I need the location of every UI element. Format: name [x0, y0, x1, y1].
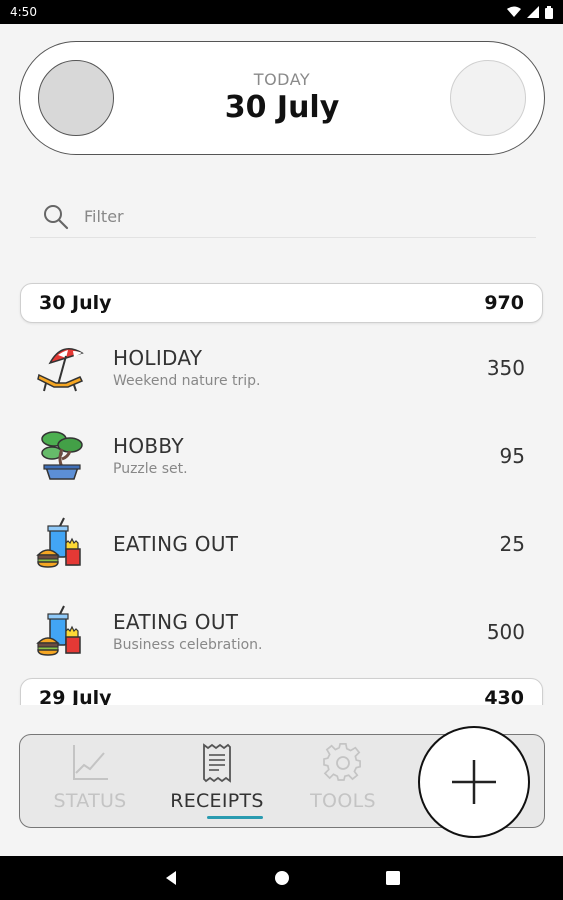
entry-subtitle: Weekend nature trip. [113, 373, 261, 389]
entry-title: HOLIDAY [113, 346, 203, 370]
entry-title: EATING OUT [113, 610, 239, 634]
fast-food-icon [36, 605, 81, 656]
day-header: 29 July 430 [20, 678, 543, 705]
list-item[interactable]: EATING OUT 25 [0, 508, 563, 578]
tab-label: STATUS [53, 790, 127, 812]
tab-receipts[interactable]: RECEIPTS [157, 743, 277, 823]
tab-status[interactable]: STATUS [30, 743, 150, 823]
gear-icon [323, 743, 361, 781]
system-navigation-bar [0, 856, 563, 900]
plus-icon [452, 760, 496, 804]
chart-icon [73, 745, 108, 780]
day-header-date: 29 July [39, 687, 112, 705]
wifi-icon [507, 6, 521, 17]
battery-icon [545, 5, 553, 19]
beach-umbrella-icon [37, 348, 84, 392]
entry-amount: 95 [499, 444, 525, 468]
tab-tools[interactable]: TOOLS [283, 743, 403, 823]
bonsai-tree-icon [41, 431, 83, 480]
day-header-total: 970 [484, 292, 524, 314]
date-card: TODAY 30 July [19, 41, 545, 155]
entry-amount: 25 [499, 532, 525, 556]
list-item[interactable]: EATING OUT Business celebration. 500 [0, 596, 563, 666]
day-header: 30 July 970 [20, 283, 543, 323]
fast-food-icon [36, 517, 81, 568]
entry-amount: 350 [486, 356, 525, 380]
status-time: 4:50 [10, 5, 37, 19]
next-day-button[interactable] [450, 60, 526, 136]
receipt-icon [203, 743, 231, 783]
filter-input[interactable] [84, 207, 484, 226]
entry-subtitle: Puzzle set. [113, 461, 188, 477]
active-tab-indicator [207, 816, 263, 819]
entry-subtitle: Business celebration. [113, 637, 263, 653]
list-item[interactable]: HOLIDAY Weekend nature trip. 350 [0, 332, 563, 402]
day-header-total: 430 [484, 687, 524, 705]
tab-label: RECEIPTS [170, 790, 264, 812]
filter-bar [30, 196, 536, 238]
day-header-date: 30 July [39, 292, 112, 314]
entry-title: EATING OUT [113, 532, 239, 556]
search-icon [44, 204, 69, 229]
home-icon[interactable] [274, 870, 290, 886]
list-item[interactable]: HOBBY Puzzle set. 95 [0, 420, 563, 490]
back-icon[interactable] [164, 870, 178, 886]
entry-title: HOBBY [113, 434, 184, 458]
add-receipt-button[interactable] [418, 726, 530, 838]
tab-label: TOOLS [310, 790, 376, 812]
entry-amount: 500 [486, 620, 525, 644]
signal-icon [527, 6, 539, 18]
receipts-list[interactable]: 30 July 970 HOLIDAY Weekend nature trip.… [0, 275, 563, 705]
status-bar: 4:50 [0, 0, 563, 24]
status-icons [507, 5, 553, 19]
recents-icon[interactable] [385, 871, 400, 885]
